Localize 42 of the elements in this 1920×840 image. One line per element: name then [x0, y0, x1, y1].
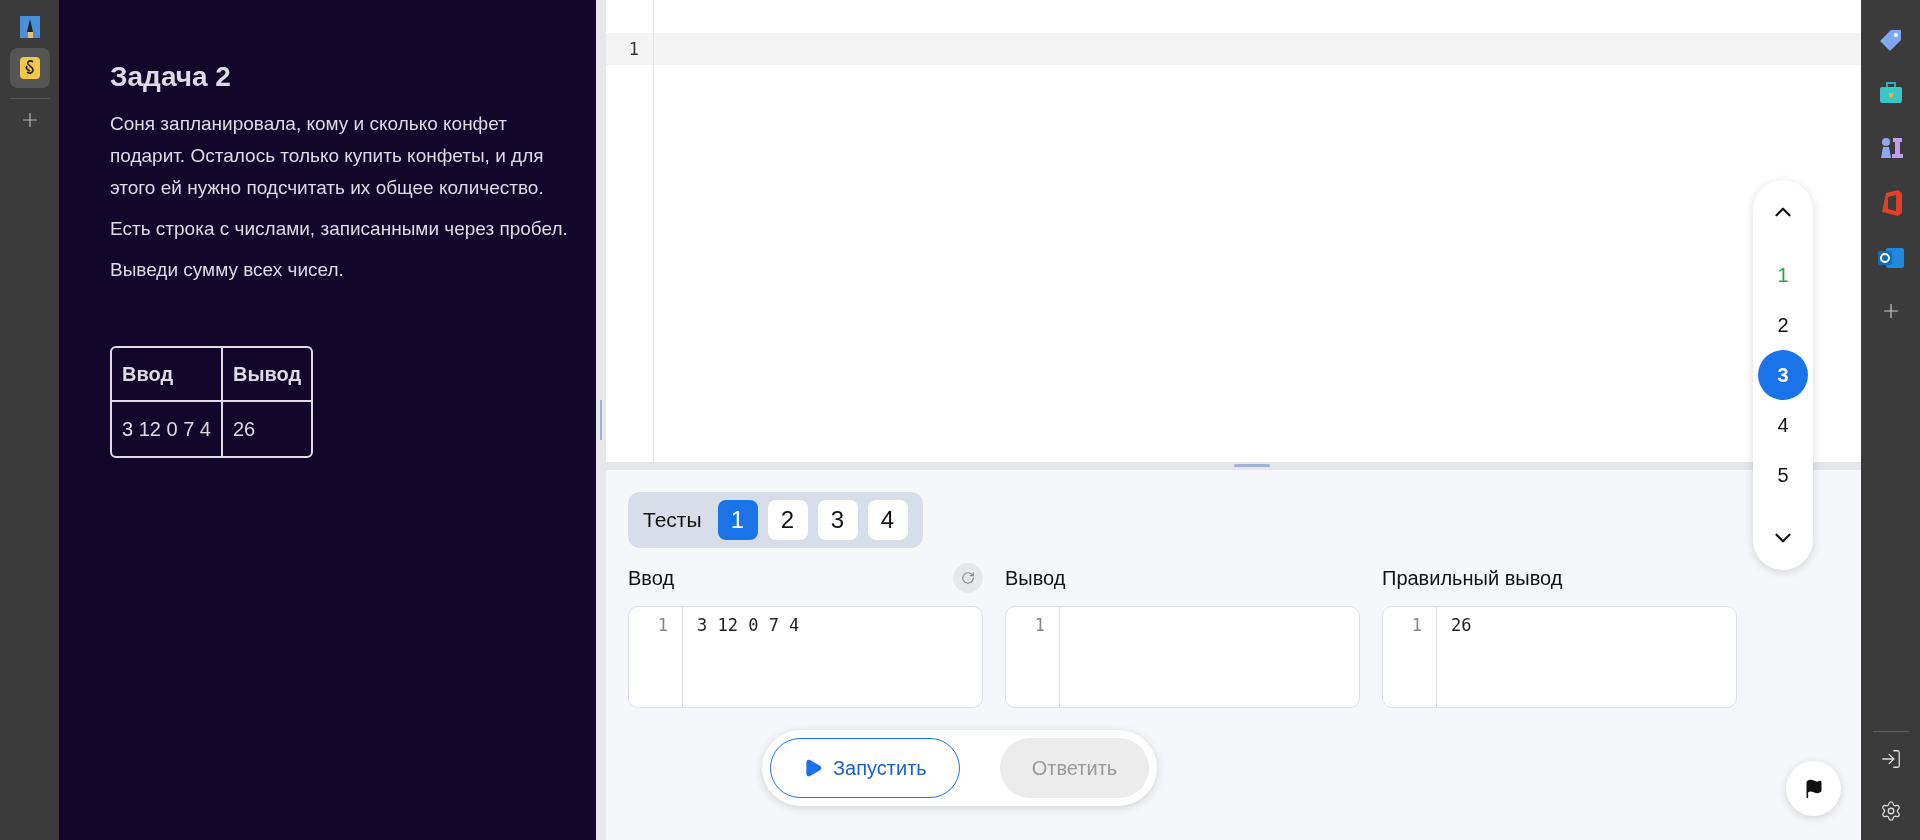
code-field[interactable]: 1 26 — [1382, 606, 1737, 708]
briefcase-icon[interactable] — [1878, 82, 1903, 104]
code-text: 3 12 0 7 4 — [697, 615, 800, 635]
code-text: 26 — [1451, 615, 1472, 635]
office-icon[interactable] — [1879, 190, 1902, 216]
test-tab[interactable]: 3 — [817, 500, 858, 540]
tests-label: Тесты — [643, 507, 702, 534]
app-icon[interactable] — [19, 16, 40, 38]
tag-icon[interactable] — [1878, 28, 1903, 52]
task-number[interactable]: 5 — [1758, 450, 1808, 500]
settings-icon[interactable] — [1879, 800, 1902, 822]
outlook-icon[interactable] — [1877, 246, 1904, 270]
line-number: 1 — [606, 33, 653, 65]
problem-title: Задача 2 — [110, 60, 232, 94]
test-tab[interactable]: 4 — [867, 500, 908, 540]
panel-title: Ввод — [628, 566, 675, 591]
refresh-icon — [961, 571, 975, 585]
table-header: Вывод — [220, 348, 312, 402]
line-number: 1 — [1411, 615, 1422, 635]
line-number: 1 — [1034, 615, 1045, 635]
line-number: 1 — [657, 615, 668, 635]
table-cell-text: 3 12 0 7 4 — [121, 417, 212, 442]
panel-title: Правильный вывод — [1382, 566, 1563, 591]
code-field[interactable]: 1 3 12 0 7 4 — [628, 606, 983, 708]
table-header: Ввод — [112, 348, 221, 402]
task-number[interactable]: 4 — [1758, 400, 1808, 450]
sidebar-toggle-icon[interactable] — [1879, 748, 1902, 770]
resize-handle[interactable] — [600, 400, 602, 440]
play-icon — [803, 758, 823, 778]
problem-text: Выведи сумму всех чисел. — [110, 258, 345, 282]
problem-text: Соня запланировала, кому и сколько конфет подарит. Осталось только купить конфеты, и для этого ей нужно подсчитать их общее количество. — [110, 112, 545, 200]
panel-title: Вывод — [1005, 566, 1066, 591]
problem-text: Есть строка с числами, записанными через пробел. — [110, 217, 569, 241]
run-button[interactable]: Запустить — [770, 738, 960, 798]
app-icon[interactable] — [9, 48, 50, 88]
task-number[interactable]: 3 — [1758, 350, 1808, 400]
task-number[interactable]: 2 — [1758, 300, 1808, 350]
test-tab[interactable]: 1 — [717, 500, 758, 540]
code-field[interactable]: 1 — [1005, 606, 1360, 708]
flag-button[interactable] — [1786, 761, 1841, 816]
test-tab[interactable]: 2 — [767, 500, 808, 540]
table-cell: 26 — [220, 402, 312, 456]
